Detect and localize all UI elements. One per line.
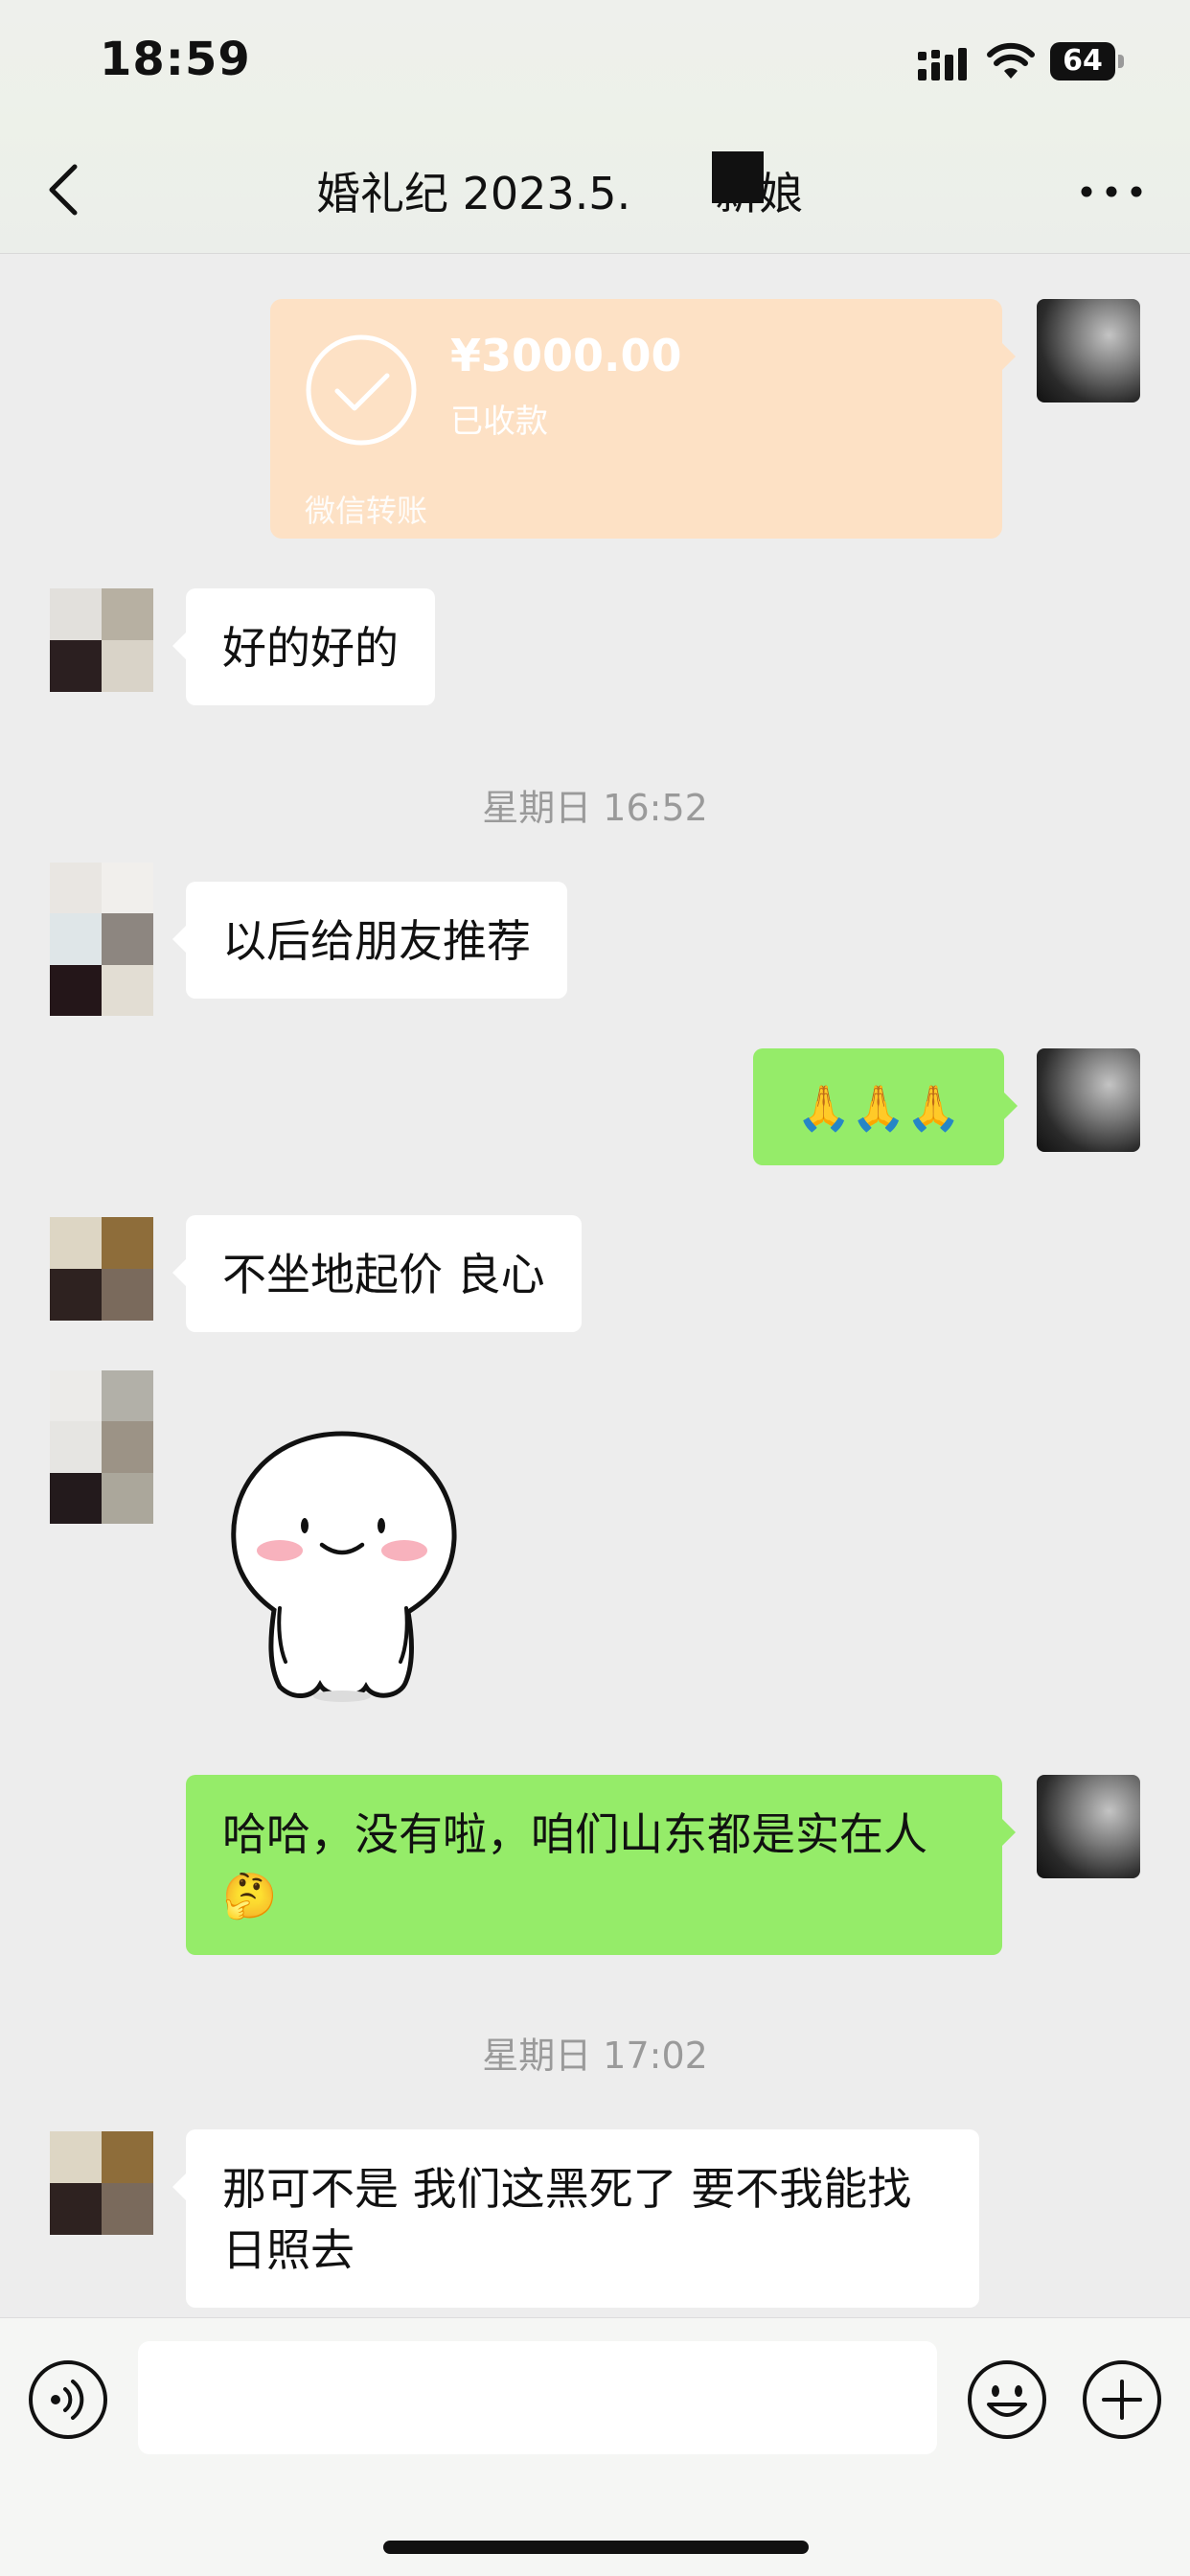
transfer-footer: 微信转账: [305, 493, 428, 529]
message-text: 好的好的: [222, 622, 399, 674]
timestamp: 星期日 17:02: [482, 2035, 708, 2077]
check-circle-icon: [306, 334, 417, 446]
redaction-box: [712, 151, 764, 203]
self-avatar[interactable]: [1037, 299, 1140, 402]
input-bar: [0, 2317, 1190, 2576]
contact-avatar[interactable]: [50, 2131, 153, 2235]
contact-avatar[interactable]: [50, 862, 153, 1016]
more-ellipsis-icon[interactable]: [1073, 165, 1150, 218]
emoji-icon[interactable]: [966, 2358, 1048, 2441]
message-text: 以后给朋友推荐: [222, 915, 531, 967]
self-avatar[interactable]: [1037, 1048, 1140, 1152]
message-bubble-incoming[interactable]: 好的好的: [172, 588, 435, 705]
chat-title-prefix: 婚礼纪 2023.5.: [316, 168, 631, 219]
status-time: 18:59: [100, 33, 251, 86]
timestamp: 星期日 16:52: [482, 787, 708, 829]
message-text: 哈哈，没有啦，咱们山东都是实在人🤔: [222, 1808, 927, 1921]
message-bubble-incoming[interactable]: 以后给朋友推荐: [172, 882, 567, 999]
message-bubble-outgoing[interactable]: 哈哈，没有啦，咱们山东都是实在人🤔: [186, 1775, 1016, 1955]
self-avatar[interactable]: [1037, 1775, 1140, 1878]
contact-avatar[interactable]: [50, 1217, 153, 1321]
message-text: 那可不是 我们这黑死了 要不我能找日照去: [222, 2163, 912, 2276]
voice-icon[interactable]: [27, 2358, 109, 2441]
contact-avatar[interactable]: [50, 1370, 153, 1524]
smiling-blob-sticker[interactable]: [217, 1426, 468, 1704]
wifi-icon: [987, 42, 1035, 79]
transfer-amount: ¥3000.00: [450, 330, 682, 381]
top-bar: 18:59 64 婚礼纪 2023.5.新娘: [0, 0, 1190, 254]
back-chevron-icon[interactable]: [36, 153, 94, 226]
chat-screen: 18:59 64 婚礼纪 2023.5.新娘: [0, 0, 1190, 2576]
contact-avatar[interactable]: [50, 588, 153, 692]
cellular-signal-icon: [918, 48, 967, 80]
message-text: 不坐地起价 良心: [222, 1249, 545, 1300]
battery-level: 64: [1050, 42, 1115, 80]
message-text: 🙏🙏🙏: [796, 1082, 961, 1134]
message-bubble-incoming[interactable]: 那可不是 我们这黑死了 要不我能找日照去: [172, 2129, 979, 2308]
home-indicator[interactable]: [383, 2541, 809, 2554]
battery-tip: [1118, 55, 1124, 68]
battery-icon: 64: [1050, 42, 1125, 80]
plus-icon[interactable]: [1081, 2358, 1163, 2441]
transfer-status: 已收款: [450, 402, 548, 441]
message-bubble-incoming[interactable]: 不坐地起价 良心: [172, 1215, 582, 1332]
message-input[interactable]: [138, 2341, 937, 2454]
transfer-card[interactable]: ¥3000.00 已收款 微信转账: [270, 299, 1016, 539]
message-bubble-outgoing[interactable]: 🙏🙏🙏: [753, 1048, 1018, 1165]
